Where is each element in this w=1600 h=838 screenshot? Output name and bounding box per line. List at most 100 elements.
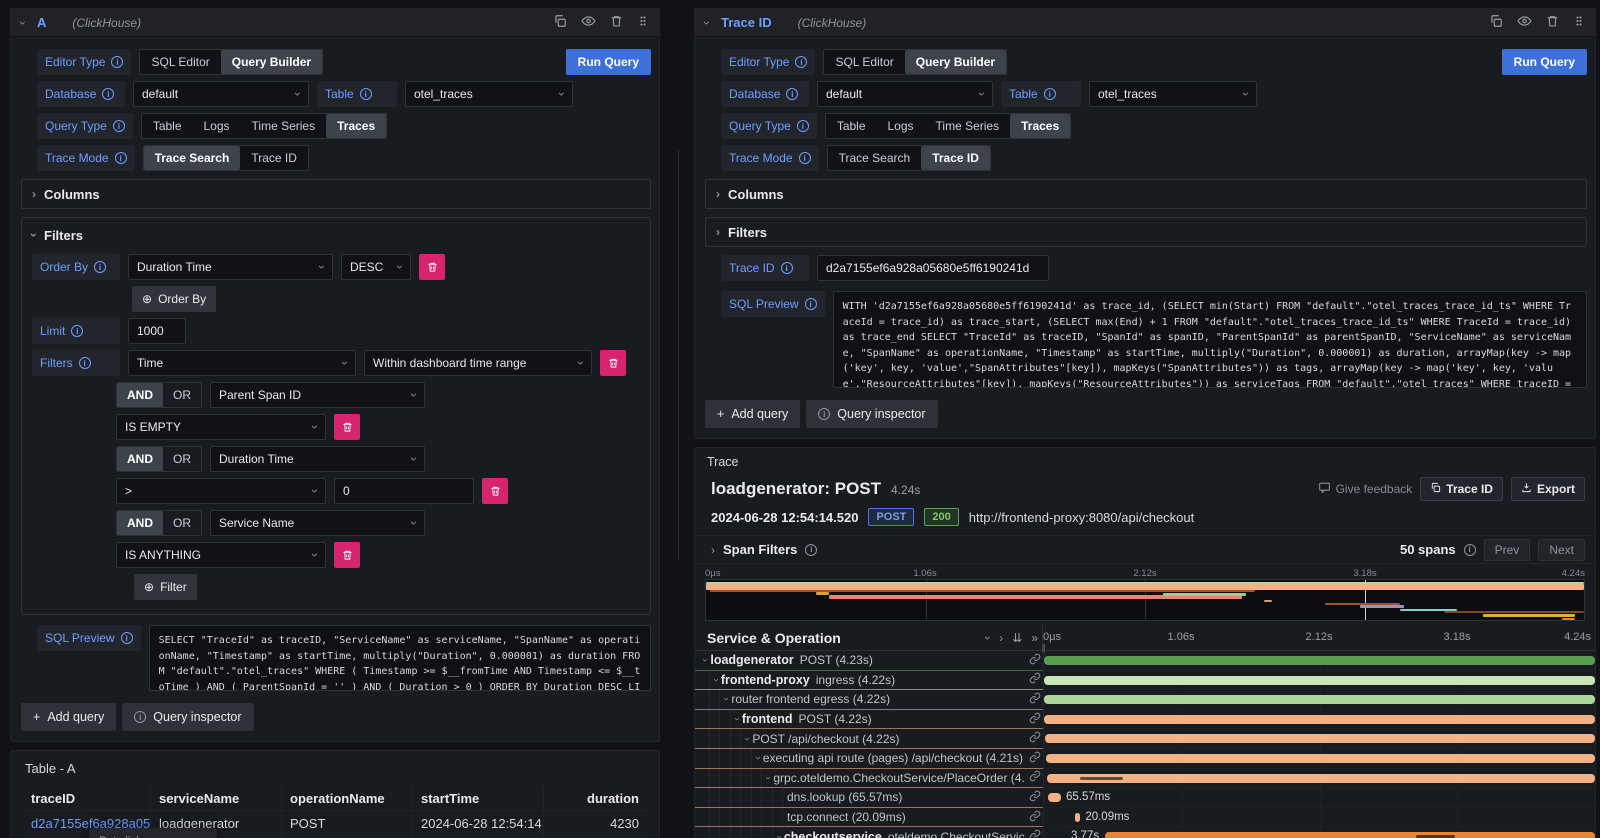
span-timeline-cell[interactable] (1043, 749, 1595, 769)
column-header-servicename[interactable]: serviceName (151, 786, 282, 810)
span-collapse-chevron-icon[interactable]: › (752, 757, 762, 760)
duplicate-query-icon[interactable] (1489, 14, 1503, 31)
or-option[interactable]: OR (163, 447, 201, 471)
add-filter-button[interactable]: ⊕Filter (134, 574, 197, 600)
span-duration-bar[interactable] (1075, 813, 1080, 822)
info-icon[interactable]: i (781, 262, 793, 274)
collapse-chevron-icon[interactable]: › (701, 21, 713, 25)
span-name-cell[interactable]: ›executing api route (pages) /api/checko… (695, 749, 1043, 769)
span-row[interactable]: tcp.connect (20.09ms)20.09ms (695, 808, 1595, 828)
filter-operator-select[interactable]: >› (116, 478, 326, 504)
and-option[interactable]: AND (117, 447, 163, 471)
table-select[interactable]: otel_traces› (405, 81, 573, 107)
span-collapse-chevron-icon[interactable]: › (721, 698, 731, 701)
database-select[interactable]: default› (133, 81, 309, 107)
query-type-traces[interactable]: Traces (1010, 114, 1070, 138)
minimap-canvas[interactable] (705, 579, 1585, 621)
span-duration-bar[interactable] (1044, 695, 1595, 704)
info-icon[interactable]: i (1044, 88, 1056, 100)
span-row[interactable]: ›frontendPOST (4.22s) (695, 710, 1595, 730)
span-row[interactable]: ›checkoutserviceoteldemo.CheckoutService… (695, 827, 1595, 838)
info-icon[interactable]: i (786, 88, 798, 100)
next-span-button[interactable]: Next (1538, 539, 1585, 561)
sql-editor-option[interactable]: SQL Editor (140, 50, 220, 74)
span-timeline-cell[interactable]: 3.77s (1043, 827, 1595, 838)
span-row[interactable]: ›router frontend egress (4.22s) (695, 690, 1595, 710)
hide-query-eye-icon[interactable] (1517, 14, 1532, 31)
info-icon[interactable]: i (795, 56, 807, 68)
filters-collapse[interactable]: › Filters (32, 222, 640, 248)
info-icon[interactable]: i (115, 152, 127, 164)
order-by-field-select[interactable]: Duration Time› (128, 254, 333, 280)
span-name-cell[interactable]: ›checkoutserviceoteldemo.CheckoutService… (695, 827, 1043, 838)
span-timeline-cell[interactable] (1043, 651, 1595, 671)
collapse-one-icon[interactable]: › (982, 636, 994, 640)
column-header-starttime[interactable]: startTime (413, 786, 544, 810)
filter-value-input[interactable]: 0 (334, 478, 474, 504)
export-button[interactable]: Export (1511, 477, 1585, 501)
span-duration-bar[interactable] (1105, 832, 1595, 838)
give-feedback-link[interactable]: Give feedback (1318, 481, 1413, 497)
remove-filter-trash-icon[interactable] (334, 542, 360, 568)
query-traceid-header[interactable]: › Trace ID (ClickHouse) (695, 9, 1595, 37)
info-icon[interactable]: i (71, 325, 83, 337)
info-icon[interactable]: i (799, 152, 811, 164)
span-timeline-cell[interactable]: 20.09ms (1043, 808, 1595, 828)
span-timeline-cell[interactable] (1043, 710, 1595, 730)
database-select[interactable]: default› (817, 81, 993, 107)
query-type-logs[interactable]: Logs (877, 114, 925, 138)
query-type-table[interactable]: Table (826, 114, 877, 138)
info-icon[interactable]: i (797, 120, 809, 132)
span-collapse-chevron-icon[interactable]: › (700, 659, 710, 662)
span-row[interactable]: ›executing api route (pages) /api/checko… (695, 749, 1595, 769)
span-name-cell[interactable]: ›router frontend egress (4.22s) (695, 690, 1043, 710)
span-timeline-cell[interactable] (1043, 729, 1595, 749)
info-icon[interactable]: i (111, 56, 123, 68)
trace-id-option[interactable]: Trace ID (240, 146, 308, 170)
span-link-icon[interactable] (1025, 790, 1041, 805)
info-icon[interactable]: i (805, 298, 817, 310)
query-builder-option[interactable]: Query Builder (221, 50, 322, 74)
span-collapse-chevron-icon[interactable]: › (763, 776, 773, 779)
info-icon[interactable]: i (113, 120, 125, 132)
query-inspector-button[interactable]: iQuery inspector (122, 703, 253, 731)
query-a-header[interactable]: › A (ClickHouse) (11, 9, 659, 37)
column-header-operationname[interactable]: operationName (282, 786, 413, 810)
trace-search-option[interactable]: Trace Search (144, 146, 241, 170)
span-duration-bar[interactable] (1044, 656, 1595, 665)
query-type-timeseries[interactable]: Time Series (925, 114, 1011, 138)
run-query-button[interactable]: Run Query (566, 49, 651, 75)
filter-field-select[interactable]: Time› (128, 350, 356, 376)
columns-collapse[interactable]: › Columns (705, 179, 1587, 209)
chevron-right-icon[interactable]: › (711, 544, 715, 556)
span-filters-label[interactable]: Span Filters (723, 542, 797, 557)
span-collapse-chevron-icon[interactable]: › (731, 717, 741, 720)
expand-one-icon[interactable]: › (999, 632, 1003, 644)
remove-filter-trash-icon[interactable] (334, 414, 360, 440)
span-link-icon[interactable] (1025, 731, 1041, 746)
span-row[interactable]: dns.lookup (65.57ms)65.57ms (695, 788, 1595, 808)
add-query-button[interactable]: +Add query (705, 400, 800, 428)
delete-query-trash-icon[interactable] (610, 14, 623, 31)
filters-collapse[interactable]: › Filters (705, 217, 1587, 247)
drag-handle-icon[interactable] (1573, 14, 1585, 31)
and-option[interactable]: AND (117, 383, 163, 407)
or-option[interactable]: OR (163, 383, 201, 407)
span-duration-bar[interactable] (1047, 774, 1595, 783)
remove-filter-trash-icon[interactable] (600, 350, 626, 376)
span-name-cell[interactable]: ›frontend-proxyingress (4.22s) (695, 671, 1043, 691)
copy-trace-id-button[interactable]: Trace ID (1420, 477, 1503, 501)
and-option[interactable]: AND (117, 511, 163, 535)
trace-search-option[interactable]: Trace Search (828, 146, 922, 170)
delete-query-trash-icon[interactable] (1546, 14, 1559, 31)
filter-field-select[interactable]: Duration Time› (210, 446, 425, 472)
trace-id-input[interactable]: d2a7155ef6a928a05680e5ff6190241d (817, 255, 1049, 281)
info-icon[interactable]: i (102, 88, 114, 100)
duplicate-query-icon[interactable] (553, 14, 567, 31)
or-option[interactable]: OR (163, 511, 201, 535)
span-link-icon[interactable] (1025, 751, 1041, 766)
collapse-all-icon[interactable]: ⇊ (1012, 631, 1022, 645)
span-duration-bar[interactable] (1044, 676, 1595, 685)
span-link-icon[interactable] (1025, 712, 1041, 727)
limit-input[interactable]: 1000 (128, 318, 186, 344)
